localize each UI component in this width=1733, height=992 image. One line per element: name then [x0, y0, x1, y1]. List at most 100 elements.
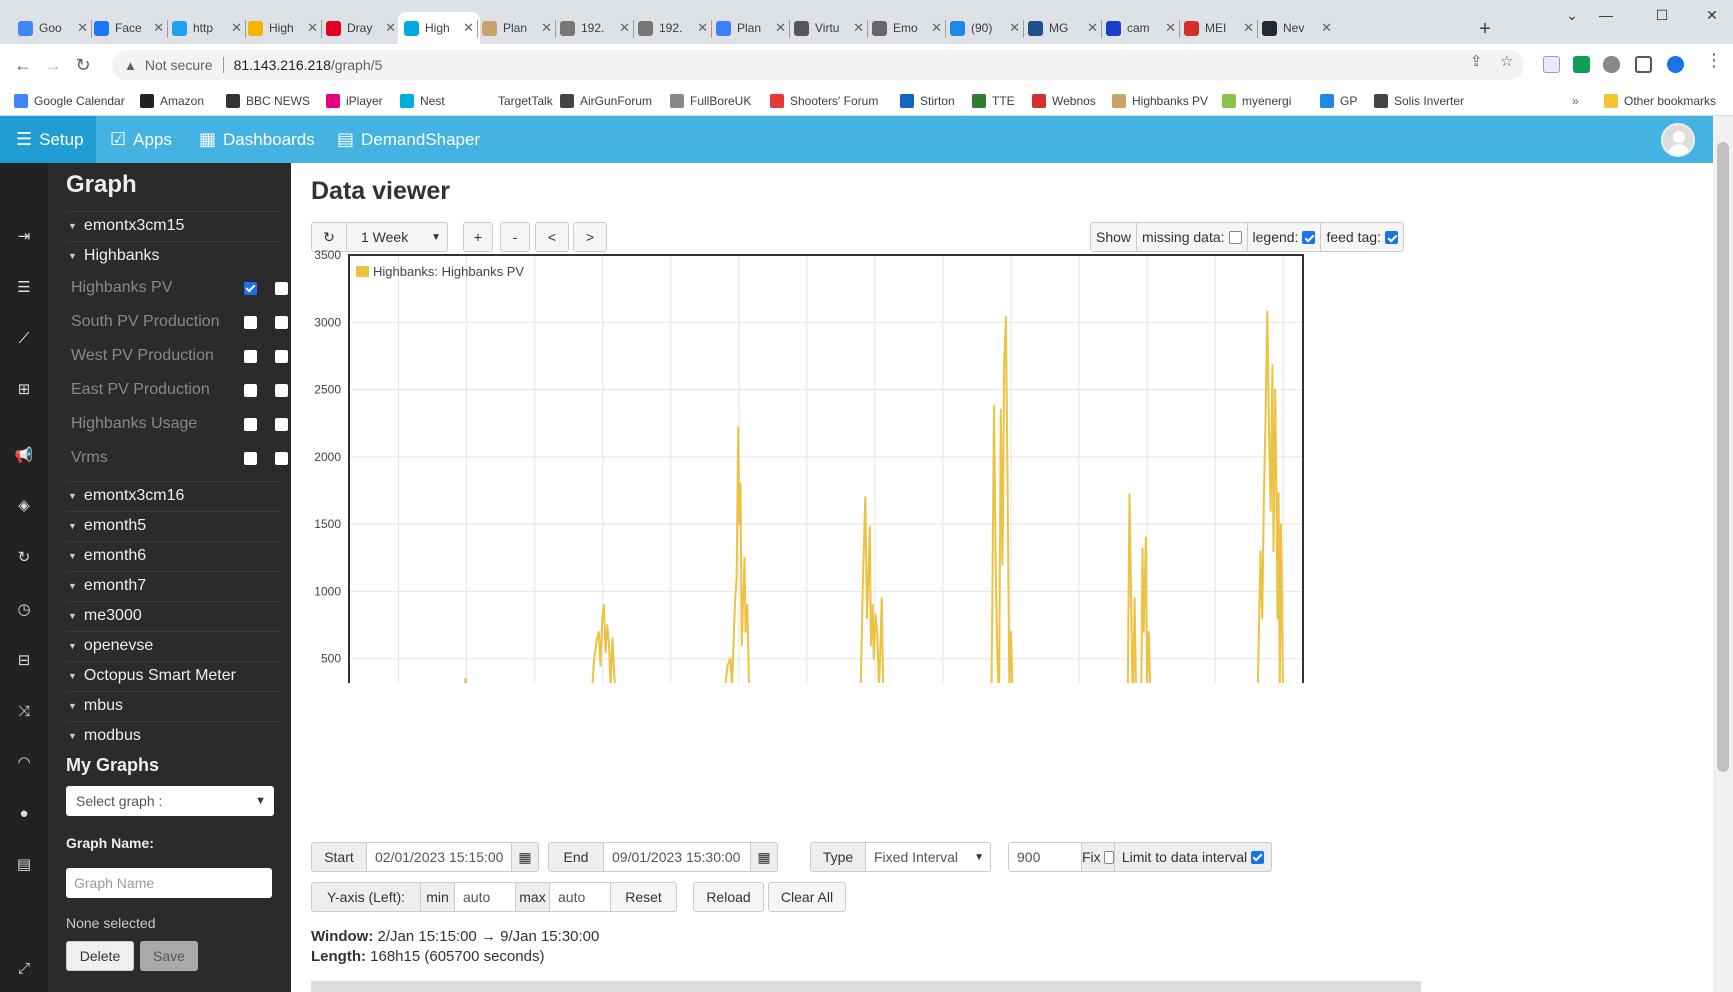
refresh-icon[interactable]: ↻ — [0, 542, 48, 572]
reload-icon[interactable]: ↻ — [70, 52, 96, 78]
graph-icon[interactable]: ⟋ — [0, 323, 48, 353]
legend-checkbox[interactable] — [1302, 230, 1316, 244]
bookmark-webnos[interactable]: Webnos — [1032, 91, 1096, 111]
bookmark-highbanks-pv[interactable]: Highbanks PV — [1112, 91, 1208, 111]
nav-demandshaper[interactable]: ▤ DemandShaper — [337, 116, 480, 163]
tab-close-icon[interactable]: ✕ — [77, 20, 88, 36]
bookmark-bbc-news[interactable]: BBC NEWS — [226, 91, 310, 111]
ymax-input[interactable]: auto — [549, 882, 611, 912]
tab-close-icon[interactable]: ✕ — [697, 20, 708, 36]
tab-close-icon[interactable]: ✕ — [1009, 20, 1020, 36]
nav-apps[interactable]: ☑ Apps — [110, 116, 172, 163]
vertical-scrollbar[interactable] — [1713, 116, 1733, 992]
select-graph-dropdown[interactable]: Select graph : ▼ — [66, 786, 274, 816]
start-input[interactable]: 02/01/2023 15:15:00 — [366, 842, 512, 872]
browser-tab[interactable]: MG ✕ — [1022, 12, 1104, 44]
tab-close-icon[interactable]: ✕ — [619, 20, 630, 36]
type-select[interactable]: Fixed Interval ▼ — [865, 842, 991, 872]
browser-tab[interactable]: Plan ✕ — [710, 12, 792, 44]
clock-icon[interactable]: ◷ — [0, 594, 48, 624]
bookmark-fullboreuk[interactable]: FullBoreUK — [670, 91, 751, 111]
browser-tab[interactable]: (90) ✕ — [944, 12, 1026, 44]
new-tab-button[interactable]: + — [1472, 16, 1498, 42]
forward-arrow-icon[interactable]: → — [40, 52, 66, 78]
clear-all-button[interactable]: Clear All — [768, 882, 846, 912]
input-icon[interactable]: ⊞ — [0, 374, 48, 404]
back-arrow-icon[interactable]: ← — [10, 52, 36, 78]
tab-close-icon[interactable]: ✕ — [1321, 20, 1332, 36]
tab-close-icon[interactable]: ✕ — [775, 20, 786, 36]
browser-tab[interactable]: Plan ✕ — [476, 12, 558, 44]
feed-group-emonth5[interactable]: ▼ emonth5 — [66, 511, 281, 540]
start-calendar-button[interactable]: ▦ — [511, 842, 539, 872]
list-icon[interactable]: ☰ — [0, 272, 48, 302]
browser-tab[interactable]: Virtu ✕ — [788, 12, 870, 44]
browser-tab[interactable]: Goo ✕ — [12, 12, 94, 44]
tab-close-icon[interactable]: ✕ — [1165, 20, 1176, 36]
feed-group-highbanks[interactable]: ▼ Highbanks — [66, 241, 281, 270]
feed-right-axis-checkbox[interactable] — [275, 350, 288, 363]
browser-tab[interactable]: Face ✕ — [88, 12, 170, 44]
address-bar[interactable]: ▲ Not secure 81.143.216.218/graph/5 — [112, 50, 1524, 80]
browser-tab[interactable]: Nev ✕ — [1256, 12, 1338, 44]
minimize-icon[interactable]: — — [1586, 4, 1626, 26]
tab-close-icon[interactable]: ✕ — [231, 20, 242, 36]
browser-tab[interactable]: 192. ✕ — [554, 12, 636, 44]
browser-tab[interactable]: cam ✕ — [1100, 12, 1182, 44]
expand-icon[interactable]: ⤢ — [0, 953, 48, 983]
bookmark-stirton[interactable]: Stirton — [900, 91, 955, 111]
bookmark-tte[interactable]: TTE — [972, 91, 1015, 111]
reset-button[interactable]: Reset — [610, 882, 677, 912]
other-bookmarks[interactable]: Other bookmarks — [1604, 91, 1716, 111]
browser-tab[interactable]: MEI ✕ — [1178, 12, 1260, 44]
save-button[interactable]: Save — [140, 941, 198, 971]
feed-group-mbus[interactable]: ▼ mbus — [66, 691, 281, 720]
feed-group-modbus[interactable]: ▼ modbus — [66, 721, 281, 750]
feed-group-octopus-smart-meter[interactable]: ▼ Octopus Smart Meter — [66, 661, 281, 690]
browser-tab[interactable]: 192. ✕ — [632, 12, 714, 44]
end-calendar-button[interactable]: ▦ — [750, 842, 778, 872]
browser-tab[interactable]: High ✕ — [242, 12, 324, 44]
nav-dashboards[interactable]: ▦ Dashboards — [199, 116, 315, 163]
bookmark-myenergi[interactable]: myenergi — [1222, 91, 1291, 111]
user-icon[interactable]: ● — [0, 798, 48, 828]
admin-icon[interactable]: ▤ — [0, 849, 48, 879]
bookmark-airgunforum[interactable]: AirGunForum — [560, 91, 652, 111]
profile-avatar-icon[interactable] — [1667, 56, 1684, 73]
feed-right-axis-checkbox[interactable] — [275, 452, 288, 465]
extension-s-icon[interactable] — [1573, 56, 1590, 73]
horizontal-scrollbar[interactable] — [311, 981, 1421, 992]
megaphone-icon[interactable]: 📢 — [0, 440, 48, 470]
browser-tab[interactable]: http ✕ — [166, 12, 248, 44]
feed-right-axis-checkbox[interactable] — [275, 282, 288, 295]
limit-checkbox[interactable] — [1251, 850, 1265, 864]
feed-right-axis-checkbox[interactable] — [275, 418, 288, 431]
feed-left-axis-checkbox[interactable] — [244, 282, 257, 295]
data-chart[interactable]: 0500100015002000250030003500Jan 03 00:00… — [291, 243, 1351, 683]
ymin-input[interactable]: auto — [454, 882, 516, 912]
backup-icon[interactable]: ⊟ — [0, 645, 48, 675]
feed-left-axis-checkbox[interactable] — [244, 452, 257, 465]
feed-left-axis-checkbox[interactable] — [244, 350, 257, 363]
tab-close-icon[interactable]: ✕ — [385, 20, 396, 36]
bookmark-google-calendar[interactable]: Google Calendar — [14, 91, 125, 111]
maximize-icon[interactable]: ☐ — [1642, 4, 1682, 26]
bookmark-targettalk[interactable]: TargetTalk — [478, 91, 553, 111]
feed-group-emonth7[interactable]: ▼ emonth7 — [66, 571, 281, 600]
scrollbar-thumb[interactable] — [1717, 142, 1729, 772]
feed-left-axis-checkbox[interactable] — [244, 418, 257, 431]
reload-button[interactable]: Reload — [693, 882, 764, 912]
delete-button[interactable]: Delete — [66, 941, 134, 971]
tab-close-icon[interactable]: ✕ — [1243, 20, 1254, 36]
end-input[interactable]: 09/01/2023 15:30:00 — [603, 842, 751, 872]
nav-setup[interactable]: ☰ Setup — [0, 116, 96, 163]
feed-group-emontx3cm15[interactable]: ▼ emontx3cm15 — [66, 211, 281, 240]
feed-left-axis-checkbox[interactable] — [244, 384, 257, 397]
eraser-icon[interactable]: ◈ — [0, 490, 48, 520]
graph-name-input[interactable]: Graph Name — [66, 868, 272, 898]
browser-tab[interactable]: Emo ✕ — [866, 12, 948, 44]
user-avatar[interactable] — [1661, 123, 1695, 157]
tab-close-icon[interactable]: ✕ — [931, 20, 942, 36]
browser-tab[interactable]: High ✕ — [398, 12, 480, 44]
feed-group-me3000[interactable]: ▼ me3000 — [66, 601, 281, 630]
